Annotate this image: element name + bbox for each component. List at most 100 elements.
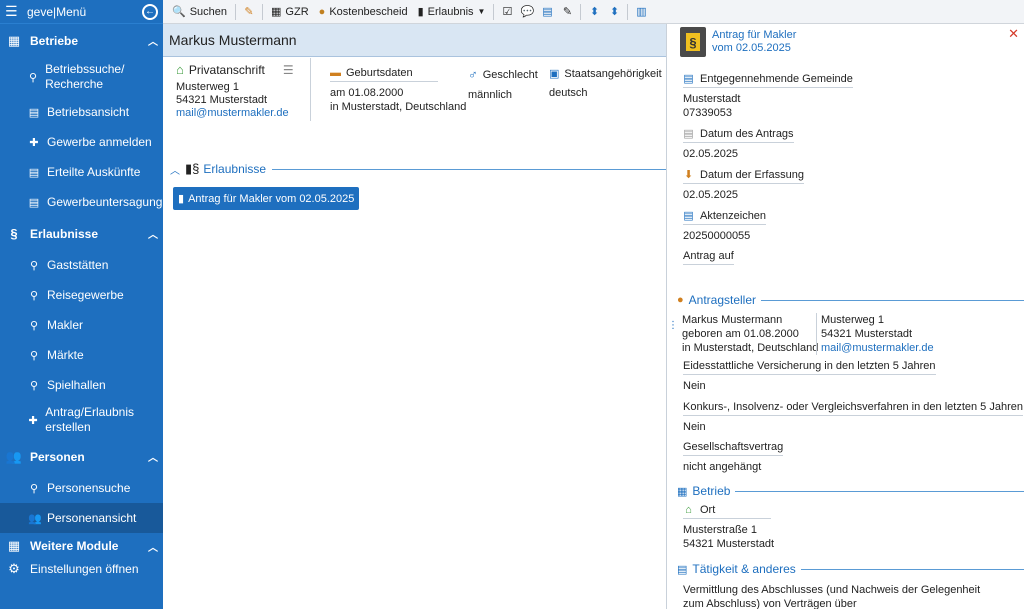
sidebar-item-antrag-erstellen[interactable]: ✚ Antrag/Erlaubnis erstellen — [0, 400, 163, 440]
datum-erfassung-value: 02.05.2025 — [683, 189, 739, 201]
sidebar-item-auskuenfte[interactable]: ▤ Erteilte Auskünfte — [0, 157, 163, 187]
datum-erfassung-label: Datum der Erfassung — [700, 168, 804, 181]
divider — [310, 58, 311, 121]
sidebar-item-label: Gewerbe anmelden — [47, 134, 152, 149]
section-weitere-module[interactable]: ▦ Weitere Module ︿ — [0, 533, 163, 559]
ast-city: 54321 Musterstadt — [821, 328, 913, 340]
chevron-up-icon[interactable]: ︿ — [170, 162, 180, 177]
sidebar-item-spielhallen[interactable]: ⚲ Spielhallen — [0, 370, 163, 400]
section-personen[interactable]: 👥 Personen ︿ — [0, 440, 163, 473]
document-edit-button[interactable]: ✎ — [557, 5, 577, 18]
panel-title: § Antrag für Makler vom 02.05.2025 — [680, 27, 796, 57]
checklist-button[interactable]: ☑ — [497, 5, 517, 18]
erlaubnis-dropdown-label: Erlaubnis — [427, 5, 474, 18]
taetigkeit-text: Vermittlung des Abschlusses (und Nachwei… — [683, 584, 981, 609]
section-erlaubnisse[interactable]: § Erlaubnisse ︿ — [0, 217, 163, 250]
sidebar-item-gaststaetten[interactable]: ⚲ Gaststätten — [0, 250, 163, 280]
chevron-up-icon[interactable]: ︿ — [148, 33, 158, 48]
erlaubnisse-section-header[interactable]: ︿ ▮§ Erlaubnisse — [170, 161, 666, 177]
sidebar-item-label: Einstellungen öffnen — [30, 562, 139, 576]
list-icon[interactable]: ☰ — [283, 63, 294, 77]
panel-title-line1: Antrag für Makler — [712, 29, 797, 41]
collapse-icon: ⬍ — [609, 6, 620, 18]
document-button[interactable]: ▤ — [537, 5, 557, 18]
section-line — [272, 168, 666, 170]
sidebar-item-label: Reisegewerbe — [47, 287, 124, 302]
eid-label: Eidesstattliche Versicherung in den letz… — [683, 360, 936, 372]
gzr-button[interactable]: ▦ GZR — [266, 2, 314, 22]
hamburger-icon[interactable]: ☰ — [5, 3, 19, 20]
section-line — [735, 490, 1024, 492]
datum-antrag-label: Datum des Antrags — [700, 127, 794, 140]
toolbar: 🔍 Suchen ✎ ▦ GZR ● Kostenbescheid ▮ Erla… — [163, 0, 1024, 24]
section-weitere-label: Weitere Module — [30, 539, 119, 553]
email-link[interactable]: mail@mustermakler.de — [176, 107, 294, 120]
chevron-up-icon[interactable]: ︿ — [148, 226, 158, 241]
address-street: Musterweg 1 — [176, 81, 239, 93]
sidebar-item-betriebssuche[interactable]: ⚲ Betriebssuche/ Recherche — [0, 57, 163, 97]
birth-date: am 01.08.2000 — [330, 87, 404, 99]
chevron-up-icon[interactable]: ︿ — [148, 449, 158, 464]
birth-label: Geburtsdaten — [346, 67, 413, 79]
kostenbescheid-button[interactable]: ● Kostenbescheid — [314, 2, 413, 22]
sidebar-item-label: Personensuche — [47, 480, 131, 495]
document-gray-icon: ▤ — [683, 128, 694, 140]
sidebar-item-gewerbe-anmelden[interactable]: ✚ Gewerbe anmelden — [0, 127, 163, 157]
building-icon: ▦ — [7, 32, 21, 48]
drag-handle[interactable]: ⋮ — [668, 321, 678, 331]
expand-button[interactable]: ⬍ — [584, 5, 604, 18]
cake-icon: ▬ — [330, 67, 341, 79]
detail-panel: § Antrag für Makler vom 02.05.2025 ✕ ▤ En… — [666, 24, 1024, 609]
search-icon: ⚲ — [29, 482, 39, 495]
erlaubnis-entry[interactable]: ▮ Antrag für Makler vom 02.05.2025 — [173, 187, 359, 210]
gender-value: männlich — [468, 89, 513, 101]
address-label: Privatanschrift — [188, 62, 265, 77]
sidebar-item-label: Erteilte Auskünfte — [47, 164, 141, 179]
id-card-icon: ▣ — [549, 68, 560, 80]
nationality-label: Staatsangehörigkeit — [564, 67, 662, 80]
eid-field: Eidesstattliche Versicherung in den letz… — [683, 360, 936, 393]
sidebar-item-betriebsansicht[interactable]: ▤ Betriebsansicht — [0, 97, 163, 127]
back-arrow-icon[interactable]: ← — [142, 3, 158, 20]
sidebar: ☰ geve|Menü ← ▦ Betriebe ︿ ⚲ Betriebssuc… — [0, 0, 163, 609]
page-title: Markus Mustermann — [163, 24, 666, 57]
collapse-button[interactable]: ⬍ — [604, 5, 624, 18]
sidebar-item-gewerbeuntersagung[interactable]: ▤ Gewerbeuntersagung — [0, 187, 163, 217]
sidebar-item-einstellungen[interactable]: ⚙ Einstellungen öffnen — [0, 559, 163, 579]
comment-button[interactable]: 💬 — [517, 5, 537, 18]
ast-email-link[interactable]: mail@mustermakler.de — [821, 341, 934, 355]
erlaubnis-dropdown[interactable]: ▮ Erlaubnis ▼ — [413, 2, 491, 22]
building-small-icon: ▤ — [28, 106, 40, 119]
sidebar-item-personenansicht[interactable]: 👥 Personenansicht — [0, 503, 163, 533]
birth-field: ▬ Geburtsdaten am 01.08.2000 in Mustersta… — [330, 67, 466, 114]
konkurs-value: Nein — [683, 421, 706, 433]
permit-book-icon: ▮§ — [185, 161, 200, 176]
gzr-icon: ▦ — [271, 6, 282, 18]
sidebar-item-label: Gewerbeuntersagung — [47, 194, 163, 209]
chevron-up-icon[interactable]: ︿ — [148, 539, 158, 554]
sidebar-item-makler[interactable]: ⚲ Makler — [0, 310, 163, 340]
konkurs-label: Konkurs-, Insolvenz- oder Vergleichsverf… — [683, 401, 1023, 413]
caret-down-icon: ▼ — [477, 7, 486, 16]
ort-city: 54321 Musterstadt — [683, 538, 775, 550]
search-icon: ⚲ — [29, 289, 39, 302]
sidebar-item-reisegewerbe[interactable]: ⚲ Reisegewerbe — [0, 280, 163, 310]
sidebar-item-maerkte[interactable]: ⚲ Märkte — [0, 340, 163, 370]
sidebar-item-label: Antrag/Erlaubnis erstellen — [45, 405, 134, 434]
nationality-field: ▣ Staatsangehörigkeit deutsch — [549, 67, 662, 100]
ast-name: Markus Mustermann — [682, 314, 783, 326]
sidebar-item-personensuche[interactable]: ⚲ Personensuche — [0, 473, 163, 503]
section-betriebe[interactable]: ▦ Betriebe ︿ — [0, 24, 163, 57]
edit-button[interactable]: ✎ — [239, 5, 259, 18]
section-betriebe-label: Betriebe — [30, 33, 79, 48]
close-icon[interactable]: ✕ — [1008, 26, 1019, 42]
toolbar-divider — [627, 3, 629, 20]
antragsteller-address: Musterweg 1 54321 Musterstadt mail@muste… — [816, 313, 934, 355]
main-content: Markus Mustermann ⌂ Privatanschrift ☰ Mu… — [163, 24, 666, 609]
book-icon: ▮ — [178, 193, 185, 205]
antragsteller-section-header: ● Antragsteller — [677, 293, 1024, 307]
search-button[interactable]: 🔍 Suchen — [167, 2, 232, 22]
sidebar-item-label: Betriebsansicht — [47, 104, 130, 119]
print-button[interactable]: ▥ — [631, 5, 651, 18]
document-icon: ▤ — [542, 6, 553, 18]
